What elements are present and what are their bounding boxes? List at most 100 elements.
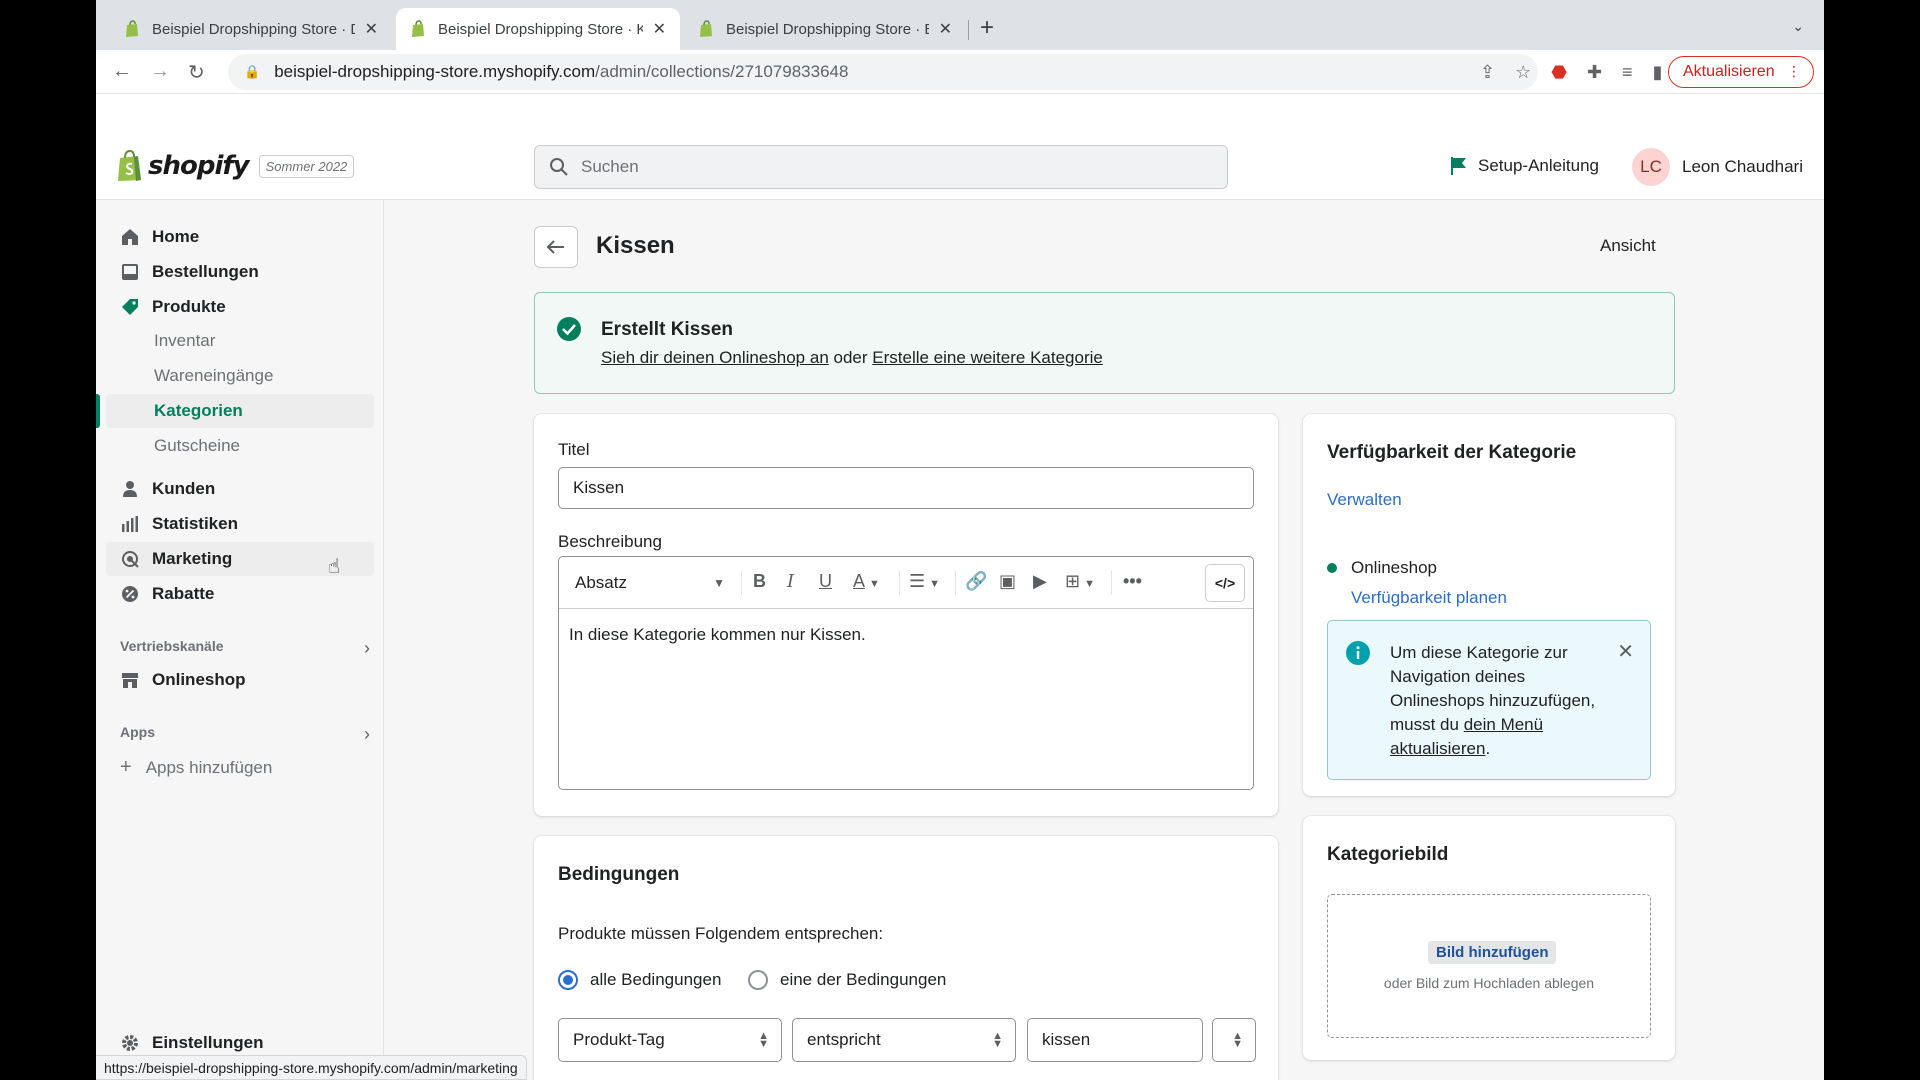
more-vertical-icon: ⋮ bbox=[1787, 63, 1801, 79]
text-color-icon[interactable]: A ▼ bbox=[853, 571, 880, 592]
description-text[interactable]: In diese Kategorie kommen nur Kissen. bbox=[569, 625, 866, 645]
sidebar-item-label: Home bbox=[152, 227, 200, 246]
radio-label: eine der Bedingungen bbox=[780, 970, 947, 989]
sidebar-subitem-transfers[interactable]: Wareneingänge bbox=[106, 359, 374, 393]
adblock-icon[interactable]: ⬣ bbox=[1551, 62, 1567, 83]
browser-tab-1[interactable]: Beispiel Dropshipping Store · D ✕ bbox=[110, 8, 392, 50]
user-menu[interactable]: LC Leon Chaudhari bbox=[1632, 148, 1803, 186]
sidebar-subitem-inventory[interactable]: Inventar bbox=[106, 324, 374, 358]
create-another-collection-link[interactable]: Erstelle eine weitere Kategorie bbox=[872, 348, 1103, 367]
sidebar-item-customers[interactable]: Kunden bbox=[106, 472, 374, 506]
sidebar-item-label: Statistiken bbox=[152, 514, 238, 533]
format-value: Absatz bbox=[575, 573, 627, 592]
tab-search-icon[interactable]: ⌄ bbox=[1792, 18, 1804, 35]
apps-header[interactable]: Apps › bbox=[120, 724, 370, 745]
close-icon[interactable]: ✕ bbox=[1617, 639, 1634, 664]
image-icon[interactable]: ▣ bbox=[999, 571, 1016, 592]
paragraph-format-select[interactable]: Absatz ▼ bbox=[575, 573, 725, 593]
title-label: Titel bbox=[558, 440, 590, 459]
shopify-logo[interactable]: shopify Sommer 2022 bbox=[116, 150, 355, 182]
condition-value-input[interactable]: kissen bbox=[1027, 1018, 1203, 1062]
setup-guide-button[interactable]: Setup-Anleitung bbox=[1450, 156, 1599, 176]
tab-title: Beispiel Dropshipping Store · K bbox=[438, 20, 643, 38]
align-icon[interactable]: ☰ ▼ bbox=[909, 571, 940, 592]
chevron-right-icon: › bbox=[364, 724, 370, 744]
condition-field-select[interactable]: Produkt-Tag ▲ ▼ bbox=[558, 1018, 782, 1062]
browser-tab-2[interactable]: Beispiel Dropshipping Store · K ✕ bbox=[396, 8, 680, 50]
italic-icon[interactable]: I bbox=[787, 571, 794, 592]
image-dropzone[interactable]: Bild hinzufügen oder Bild zum Hochladen … bbox=[1327, 894, 1651, 1038]
home-icon bbox=[120, 227, 140, 247]
flag-icon bbox=[1451, 157, 1466, 175]
caret-down-icon: ▼ bbox=[713, 576, 725, 590]
sales-channels-header[interactable]: Vertriebskanäle › bbox=[120, 638, 370, 659]
section-label: Vertriebskanäle bbox=[120, 638, 224, 654]
collection-image-heading: Kategoriebild bbox=[1327, 844, 1449, 865]
select-arrows-icon: ▲ ▼ bbox=[758, 1030, 769, 1050]
shopify-bag-icon bbox=[118, 150, 141, 181]
forward-arrow-icon[interactable]: → bbox=[150, 60, 170, 83]
underline-icon[interactable]: U bbox=[819, 571, 832, 592]
back-arrow-icon[interactable]: ← bbox=[112, 60, 132, 83]
any-condition-radio[interactable]: eine der Bedingungen bbox=[748, 970, 946, 990]
search-input[interactable]: Suchen bbox=[534, 145, 1228, 189]
user-name: Leon Chaudhari bbox=[1682, 157, 1803, 176]
close-tab-icon[interactable]: ✕ bbox=[939, 19, 952, 39]
sidebar-item-online-store[interactable]: Onlineshop bbox=[106, 663, 374, 697]
schedule-availability-link[interactable]: Verfügbarkeit planen bbox=[1351, 588, 1507, 608]
toolbar-separator bbox=[1111, 571, 1112, 595]
back-button[interactable] bbox=[534, 226, 578, 268]
brand-wordmark: shopify bbox=[148, 151, 250, 181]
side-panel-icon[interactable]: ▮ bbox=[1653, 62, 1663, 83]
show-html-button[interactable]: </> bbox=[1205, 564, 1245, 602]
sidebar-item-analytics[interactable]: Statistiken bbox=[106, 507, 374, 541]
page-title: Kissen bbox=[596, 232, 675, 259]
sidebar-subitem-gift-cards[interactable]: Gutscheine bbox=[106, 429, 374, 463]
sidebar-item-discounts[interactable]: Rabatte bbox=[106, 577, 374, 611]
update-browser-button[interactable]: Aktualisieren ⋮ bbox=[1668, 56, 1814, 88]
person-icon bbox=[120, 479, 140, 499]
sidebar-item-orders[interactable]: Bestellungen bbox=[106, 255, 374, 289]
add-apps-button[interactable]: + Apps hinzufügen bbox=[120, 756, 272, 779]
condition-extra-select[interactable]: ▲ ▼ bbox=[1212, 1018, 1256, 1062]
setup-label: Setup-Anleitung bbox=[1478, 156, 1599, 175]
sidebar: Home Bestellungen Produkte Inventar Ware… bbox=[96, 200, 384, 1080]
channel-status: Onlineshop bbox=[1327, 558, 1437, 578]
reload-icon[interactable]: ↻ bbox=[188, 60, 205, 85]
sidebar-item-home[interactable]: Home bbox=[106, 220, 374, 254]
new-tab-icon[interactable]: + bbox=[980, 14, 994, 42]
view-button[interactable]: Ansicht bbox=[1600, 236, 1656, 256]
close-tab-icon[interactable]: ✕ bbox=[653, 19, 666, 39]
reading-list-icon[interactable]: ≡ bbox=[1622, 62, 1633, 83]
browser-tab-bar: Beispiel Dropshipping Store · D ✕ Beispi… bbox=[96, 0, 1824, 50]
table-icon[interactable]: ⊞ ▼ bbox=[1065, 571, 1095, 592]
sidebar-item-products[interactable]: Produkte bbox=[106, 290, 374, 324]
condition-operator-select[interactable]: entspricht ▲ ▼ bbox=[792, 1018, 1016, 1062]
toolbar-separator bbox=[741, 571, 742, 595]
extensions-puzzle-icon[interactable]: ✚ bbox=[1587, 62, 1602, 83]
view-online-store-link[interactable]: Sieh dir deinen Onlineshop an bbox=[601, 348, 829, 367]
title-input[interactable]: Kissen bbox=[558, 467, 1254, 509]
manage-availability-link[interactable]: Verwalten bbox=[1327, 490, 1402, 510]
all-conditions-radio[interactable]: alle Bedingungen bbox=[558, 970, 721, 990]
browser-tab-3[interactable]: Beispiel Dropshipping Store · B ✕ bbox=[684, 8, 966, 50]
address-bar[interactable]: 🔒 beispiel-dropshipping-store.myshopify.… bbox=[228, 54, 1538, 90]
link-icon[interactable]: 🔗 bbox=[965, 571, 987, 592]
info-banner: Um diese Kategorie zur Navigation deines… bbox=[1327, 620, 1651, 780]
more-horizontal-icon[interactable]: ••• bbox=[1123, 571, 1142, 592]
close-tab-icon[interactable]: ✕ bbox=[365, 19, 378, 39]
video-icon[interactable]: ▶ bbox=[1033, 571, 1047, 592]
share-icon[interactable]: ⇪ bbox=[1480, 62, 1495, 83]
radio-checked bbox=[558, 970, 578, 990]
shopify-favicon-icon bbox=[126, 20, 138, 37]
info-text: Um diese Kategorie zur Navigation deines… bbox=[1390, 641, 1620, 761]
sidebar-subitem-collections[interactable]: Kategorien bbox=[106, 394, 374, 428]
bookmarks-strip bbox=[96, 94, 1824, 132]
match-label: Produkte müssen Folgendem entsprechen: bbox=[558, 924, 884, 943]
bold-icon[interactable]: B bbox=[753, 571, 766, 592]
tab-title: Beispiel Dropshipping Store · B bbox=[726, 20, 929, 38]
banner-middle-text: oder bbox=[828, 348, 873, 367]
bookmark-star-icon[interactable]: ☆ bbox=[1515, 62, 1531, 83]
add-image-button[interactable]: Bild hinzufügen bbox=[1428, 941, 1557, 964]
select-arrows-icon: ▲ ▼ bbox=[1232, 1030, 1243, 1050]
